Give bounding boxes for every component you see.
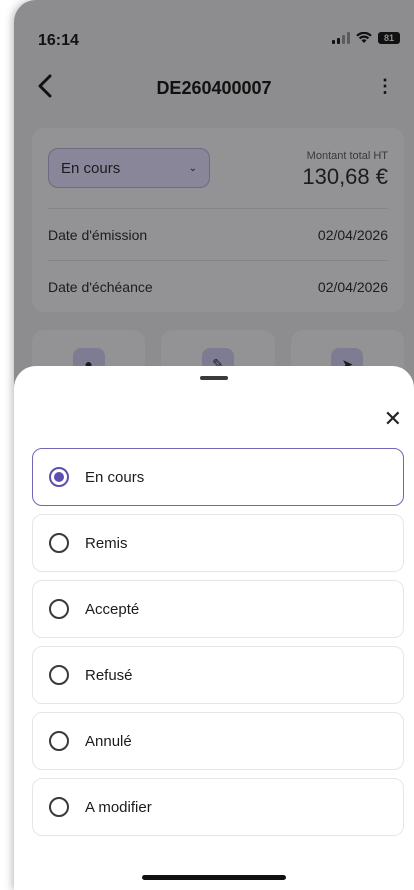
radio-icon [49,797,69,817]
home-indicator [142,875,286,880]
radio-selected-icon [49,467,69,487]
signal-icon [332,32,350,44]
option-label: En cours [85,468,145,486]
status-options: En cours Remis Accepté Refusé Annulé A m… [32,448,404,844]
date-emission-row: Date d'émission 02/04/2026 [48,208,388,261]
chevron-down-icon: ⌄ [188,162,197,174]
phone-screen: 16:14 81 DE260400007 ⋮ En cours ⌄ Montan… [14,0,414,890]
page-title: DE260400007 [156,78,272,98]
amount-label: Montant total HT [306,150,388,162]
radio-icon [49,599,69,619]
option-label: Refusé [85,666,133,684]
status-bar: 16:14 81 [14,0,414,60]
option-label: Remis [85,534,128,552]
top-bar: DE260400007 ⋮ [14,70,414,110]
summary-card: En cours ⌄ Montant total HT 130,68 € Dat… [32,128,404,312]
option-annule[interactable]: Annulé [32,712,404,770]
option-refuse[interactable]: Refusé [32,646,404,704]
amount-value: 130,68 € [302,164,388,189]
status-icons: 81 [332,32,400,44]
radio-icon [49,533,69,553]
status-time: 16:14 [38,32,79,49]
battery-icon: 81 [378,32,400,44]
radio-icon [49,665,69,685]
close-icon[interactable]: ✕ [384,408,402,430]
sheet-grabber[interactable] [200,376,228,380]
option-label: A modifier [85,798,152,816]
status-select[interactable]: En cours ⌄ [48,148,210,188]
row-value: 02/04/2026 [317,227,388,243]
option-label: Accepté [85,600,140,618]
status-select-value: En cours [61,159,121,177]
option-accepte[interactable]: Accepté [32,580,404,638]
row-label: Date d'émission [48,227,148,243]
wifi-icon [356,32,372,43]
vertical-dots-icon[interactable]: ⋮ [376,76,394,97]
option-en-cours[interactable]: En cours [32,448,404,506]
option-a-modifier[interactable]: A modifier [32,778,404,836]
row-label: Date d'échéance [48,279,153,295]
date-echeance-row: Date d'échéance 02/04/2026 [48,260,388,313]
row-value: 02/04/2026 [317,279,388,295]
option-label: Annulé [85,732,132,750]
radio-icon [49,731,69,751]
option-remis[interactable]: Remis [32,514,404,572]
status-bottom-sheet: ✕ En cours Remis Accepté Refusé Annulé A… [14,366,414,890]
